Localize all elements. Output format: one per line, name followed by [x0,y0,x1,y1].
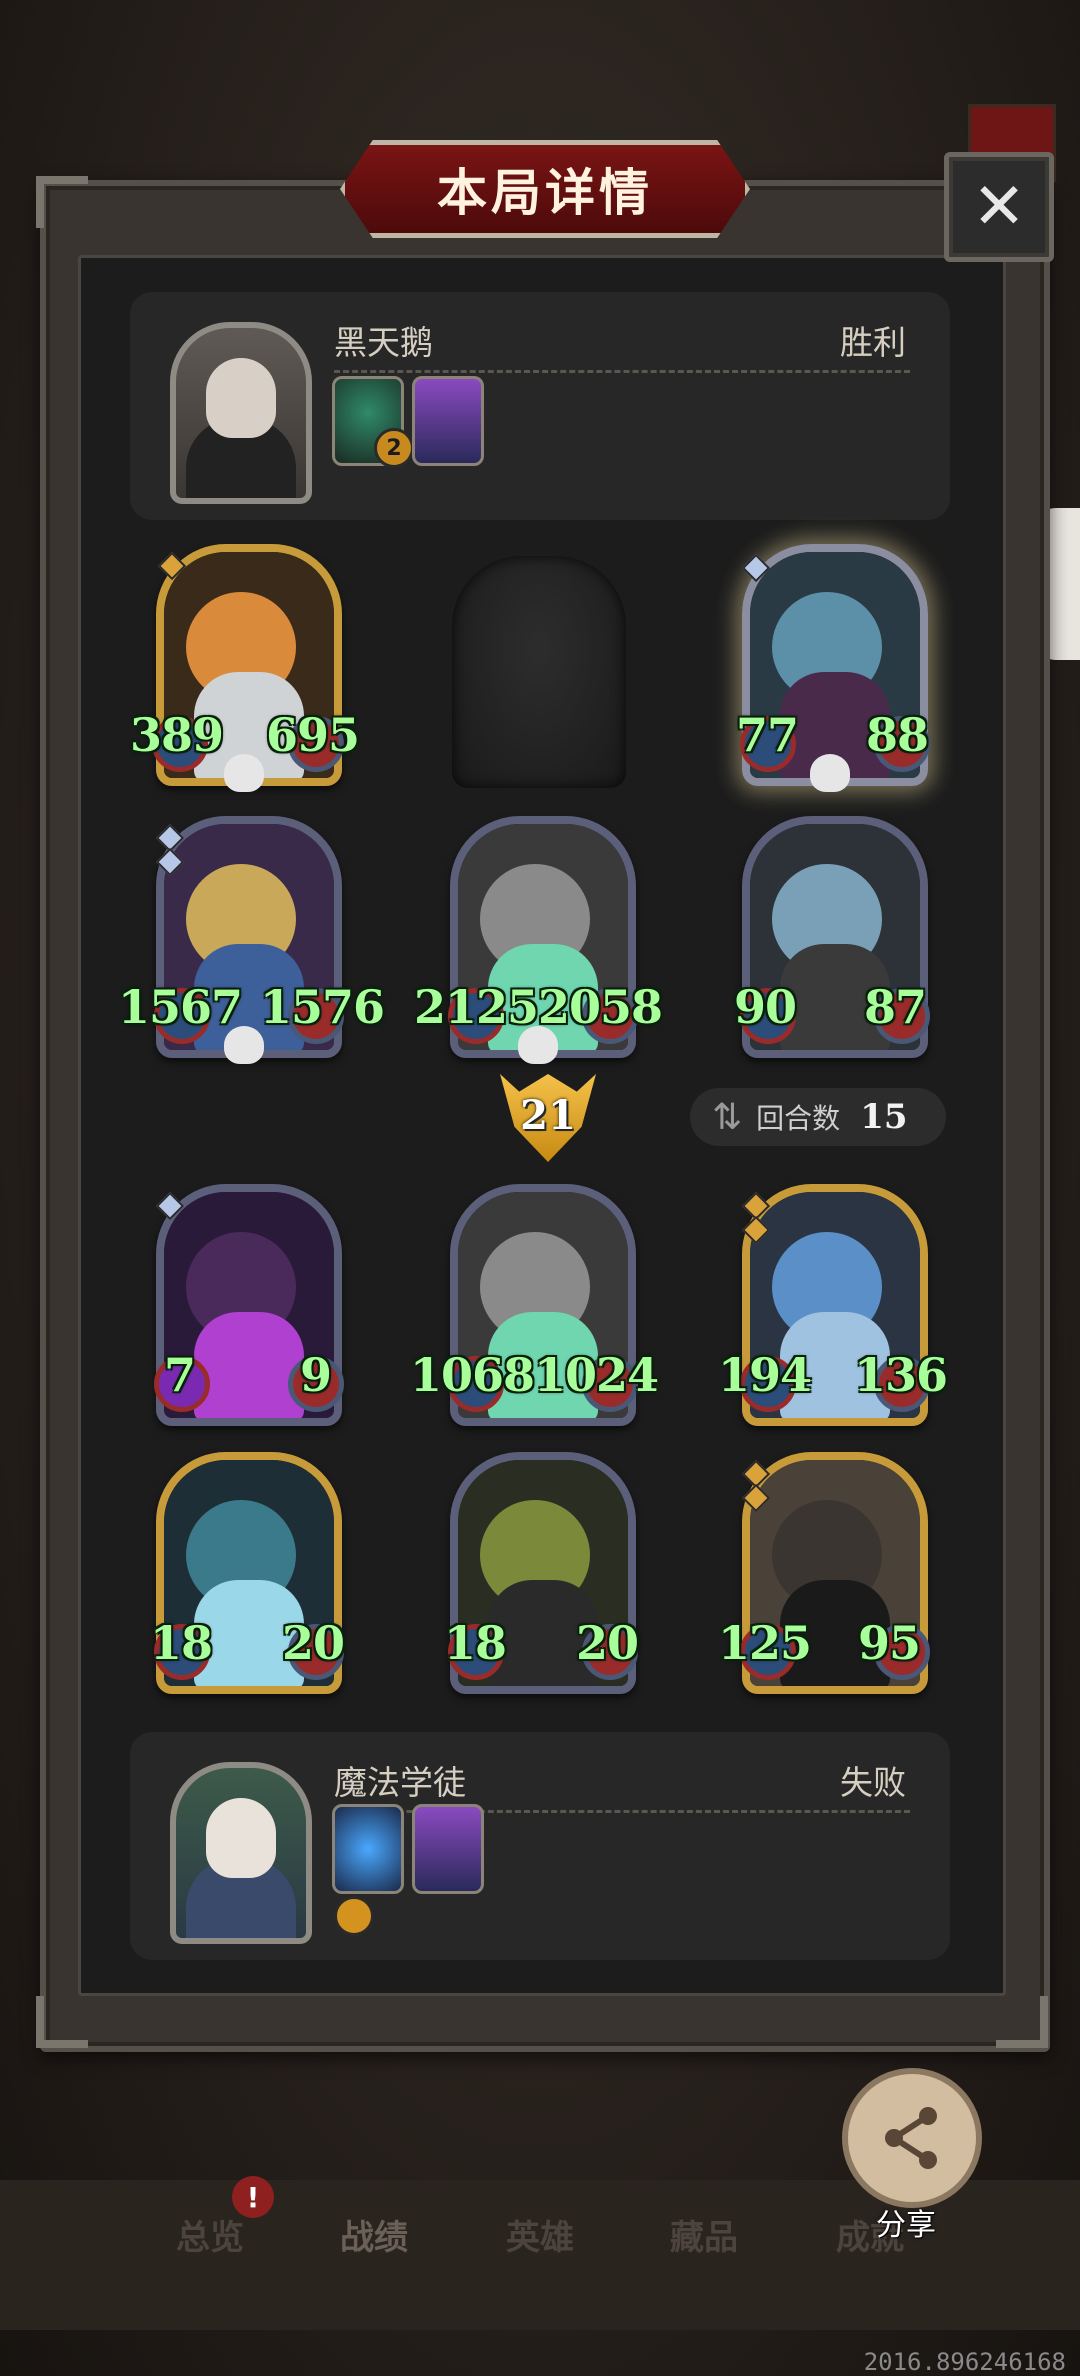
minion-card[interactable]: 1068 1024 [410,1184,659,1426]
minion-card[interactable]: 125 95 [718,1452,930,1694]
coin-icon [334,1896,374,1936]
health-value: 695 [266,708,360,762]
rounds-label: 回合数 [756,1102,841,1135]
tab-overview[interactable]: 总览 [176,2210,244,2259]
minion-card[interactable]: 194 136 [718,1184,948,1426]
health-value: 95 [858,1616,921,1670]
tab-collection[interactable]: 藏品 [670,2210,738,2259]
tavern-icon[interactable] [412,1804,484,1894]
level-badge: 2 [374,428,414,468]
attack-value: 1567 [118,980,243,1034]
frame-corner [36,1996,88,2048]
health-value: 136 [854,1348,948,1402]
loser-player-card: 魔法学徒 失败 [130,1732,950,1960]
alert-badge: ! [232,2176,274,2218]
divider [334,370,910,373]
minion-card[interactable]: 18 20 [150,1452,345,1694]
close-icon: ✕ [972,170,1026,244]
health-value: 1024 [534,1348,659,1402]
attack-value: 194 [718,1348,812,1402]
minion-card[interactable]: 1567 1576 [118,816,385,1064]
share-button[interactable] [842,2068,982,2208]
share-label: 分享 [876,2208,936,2243]
version-text: 2016.896246168 [863,2348,1066,2376]
rounds-indicator: ⇅ 回合数 15 [690,1088,946,1146]
skull-icon [810,754,850,792]
health-value: 88 [866,708,929,762]
share-icon [885,2107,937,2169]
frame-corner [36,176,88,228]
tab-records[interactable]: 战绩 [340,2210,408,2259]
minion-card[interactable]: 77 88 [736,544,930,792]
avatar[interactable] [170,1762,312,1944]
attack-value: 125 [718,1616,812,1670]
empty-slot [452,556,626,788]
avatar[interactable] [170,322,312,504]
tab-heroes[interactable]: 英雄 [506,2210,574,2259]
minion-card[interactable]: 2125 2058 [414,816,663,1064]
attack-value: 7 [164,1348,196,1402]
minion-card[interactable]: 90 87 [734,816,930,1058]
health-value: 9 [300,1348,332,1402]
attack-value: 18 [444,1616,507,1670]
health-value: 2058 [538,980,663,1034]
rounds-value: 15 [860,1097,908,1137]
skull-icon [224,754,264,792]
minion-card[interactable]: 7 9 [154,1184,344,1426]
player-name: 黑天鹅 [334,323,433,362]
health-value: 87 [864,980,927,1034]
close-button[interactable]: ✕ [944,152,1054,262]
skull-icon [224,1026,264,1064]
health-value: 20 [282,1616,345,1670]
damage-value: 21 [520,1091,576,1139]
minion-card[interactable]: 18 20 [444,1452,639,1694]
attack-value: 1068 [410,1348,535,1402]
page-title: 本局详情 [437,163,653,222]
orb-icon[interactable] [332,1804,404,1894]
attack-value: 90 [734,980,797,1034]
health-value: 1576 [260,980,385,1034]
player-name: 魔法学徒 [334,1763,466,1802]
match-result: 胜利 [840,323,906,362]
attack-value: 18 [150,1616,213,1670]
winner-player-card: 黑天鹅 胜利 2 [130,292,950,520]
health-value: 20 [576,1616,639,1670]
attack-value: 389 [130,708,224,762]
tavern-icon[interactable] [412,376,484,466]
minion-card[interactable]: 389 695 [130,544,360,792]
title-banner: 本局详情 [340,140,750,238]
skull-icon [518,1026,558,1064]
match-result: 失败 [840,1763,906,1802]
attack-value: 77 [736,708,799,762]
repeat-icon: ⇅ [712,1096,743,1138]
frame-corner [996,1996,1048,2048]
attack-value: 2125 [414,980,539,1034]
